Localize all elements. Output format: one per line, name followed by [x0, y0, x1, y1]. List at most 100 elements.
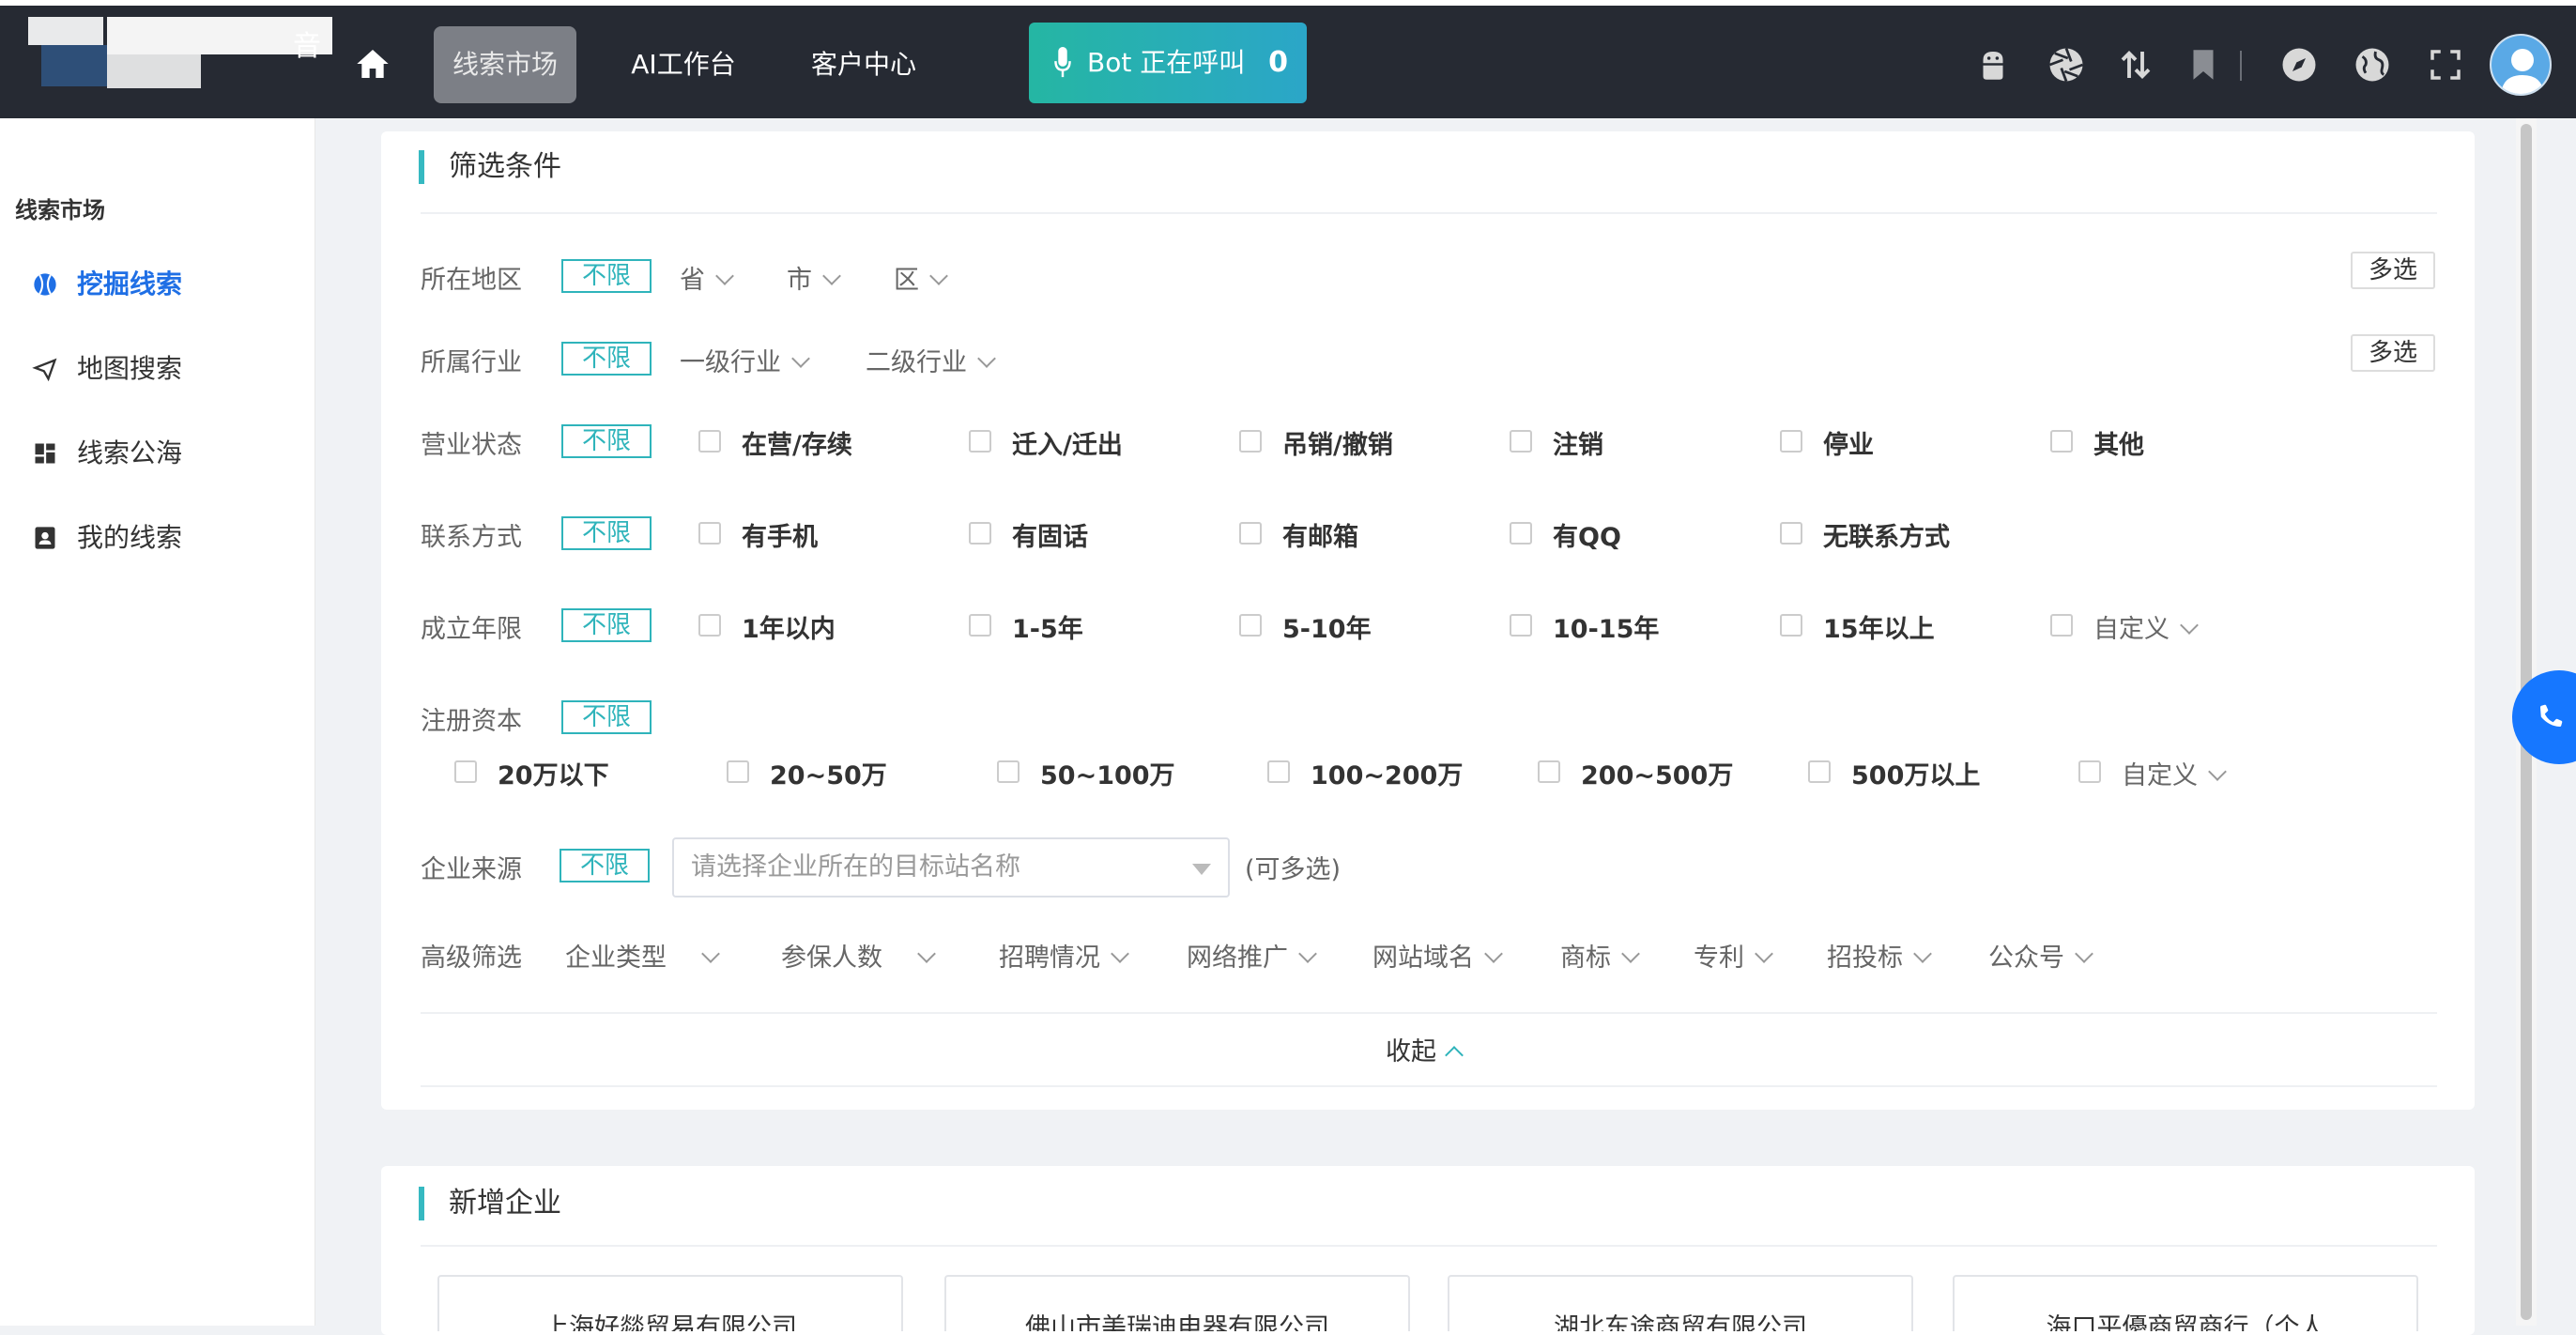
advanced-dropdown-trademark[interactable]: 商标 [1560, 937, 1640, 974]
chevron-up-icon [1445, 1046, 1464, 1065]
nav-customer-center[interactable]: 客户中心 [800, 26, 928, 103]
checkbox[interactable] [969, 430, 991, 453]
company-card[interactable]: 海口平優商贸商行（个人 [1953, 1275, 2418, 1331]
source-site-placeholder: 请选择企业所在的目标站名称 [691, 852, 1020, 882]
advanced-dropdown-insured[interactable]: 参保人数 [781, 937, 936, 974]
chevron-down-icon [977, 349, 996, 368]
chevron-down-icon [822, 267, 841, 285]
new-companies-title: 新增企业 [419, 1187, 561, 1220]
advanced-dropdown-official-account[interactable]: 公众号 [1988, 937, 2093, 974]
city-dropdown[interactable]: 市 [787, 259, 841, 296]
source-unlimited-tag[interactable]: 不限 [560, 849, 650, 882]
checkbox[interactable] [1780, 522, 1802, 545]
company-card[interactable]: 上海好燚贸易有限公司 [437, 1275, 903, 1331]
industry-unlimited-tag[interactable]: 不限 [561, 342, 652, 376]
checkbox[interactable] [969, 522, 991, 545]
checkbox[interactable] [698, 614, 721, 637]
checkbox[interactable] [969, 614, 991, 637]
logo[interactable] [28, 11, 332, 105]
region-label: 所在地区 [421, 266, 522, 295]
caret-down-icon [1192, 864, 1211, 875]
aperture-icon[interactable] [2047, 45, 2086, 84]
advanced-dropdown-hiring[interactable]: 招聘情况 [999, 937, 1129, 974]
checkbox[interactable] [1239, 614, 1262, 637]
send-icon [32, 358, 57, 382]
globe-icon[interactable] [2353, 45, 2392, 84]
age-label: 成立年限 [421, 615, 522, 644]
nav-leads-market[interactable]: 线索市场 [434, 26, 576, 103]
advanced-dropdown-domain[interactable]: 网站域名 [1372, 937, 1503, 974]
bookmark-icon[interactable] [2184, 45, 2223, 84]
chevron-down-icon [1298, 944, 1317, 963]
advanced-dropdown-promotion[interactable]: 网络推广 [1187, 937, 1317, 974]
nav-ai-workbench[interactable]: AI工作台 [620, 26, 747, 103]
company-card[interactable]: 湖北东途商贸有限公司 [1448, 1275, 1913, 1331]
company-card[interactable]: 佛山市美瑞迪电器有限公司 [944, 1275, 1410, 1331]
chevron-down-icon [791, 349, 810, 368]
capital-label: 注册资本 [421, 707, 522, 736]
divider [421, 1245, 2437, 1247]
user-avatar-icon [2492, 36, 2550, 94]
contact-card-icon [35, 527, 55, 549]
region-unlimited-tag[interactable]: 不限 [561, 259, 652, 293]
checkbox[interactable] [1239, 522, 1262, 545]
filter-card: 筛选条件 所在地区 不限 省 市 区 多选 所属行业 不限 一级行业 二级行业 … [381, 131, 2475, 1110]
avatar[interactable] [2490, 34, 2552, 96]
checkbox[interactable] [1510, 614, 1532, 637]
collapse-button[interactable]: 收起 [1386, 1031, 1464, 1067]
age-unlimited-tag[interactable]: 不限 [561, 608, 652, 642]
source-site-select[interactable]: 请选择企业所在的目标站名称 [672, 837, 1230, 898]
top-bar: 音 线索市场 AI工作台 客户中心 Bot 正在呼叫 0 [0, 0, 2576, 118]
android-icon[interactable] [1973, 45, 2013, 84]
divider [421, 212, 2437, 214]
chevron-down-icon [701, 944, 720, 963]
secondary-industry-dropdown[interactable]: 二级行业 [866, 342, 996, 378]
industry-multi-select-button[interactable]: 多选 [2351, 334, 2435, 372]
advanced-dropdown-patent[interactable]: 专利 [1694, 937, 1773, 974]
checkbox[interactable] [1780, 614, 1802, 637]
bot-calling-button[interactable]: Bot 正在呼叫 0 [1029, 23, 1307, 103]
primary-industry-dropdown[interactable]: 一级行业 [680, 342, 810, 378]
fullscreen-icon[interactable] [2426, 45, 2465, 84]
sidebar-item-label: 地图搜索 [77, 353, 183, 384]
advanced-dropdown-company-type[interactable]: 企业类型 [565, 937, 720, 974]
chevron-down-icon [2180, 616, 2199, 635]
source-multi-hint: (可多选) [1245, 855, 1342, 884]
checkbox[interactable] [1267, 760, 1290, 783]
advanced-dropdown-bidding[interactable]: 招投标 [1827, 937, 1932, 974]
checkbox[interactable] [1510, 522, 1532, 545]
chevron-down-icon [2208, 762, 2227, 781]
sidebar-item-label: 线索公海 [77, 437, 183, 468]
district-dropdown[interactable]: 区 [894, 259, 948, 296]
contact-unlimited-tag[interactable]: 不限 [561, 516, 652, 550]
sidebar-title: 线索市场 [15, 197, 105, 223]
capital-unlimited-tag[interactable]: 不限 [561, 700, 652, 734]
checkbox[interactable] [1239, 430, 1262, 453]
checkbox[interactable] [2078, 760, 2101, 783]
logo-text: 音 [293, 30, 321, 63]
toolbar-separator [2240, 51, 2242, 81]
checkbox[interactable] [2050, 614, 2073, 637]
industry-label: 所属行业 [421, 348, 522, 377]
chevron-down-icon [1111, 944, 1129, 963]
home-icon[interactable] [353, 45, 392, 83]
checkbox[interactable] [698, 430, 721, 453]
sidebar-item-label: 挖掘线索 [77, 269, 183, 299]
checkbox[interactable] [454, 760, 477, 783]
checkbox[interactable] [1808, 760, 1831, 783]
status-unlimited-tag[interactable]: 不限 [561, 424, 652, 458]
checkbox[interactable] [1780, 430, 1802, 453]
transfer-icon[interactable] [2116, 45, 2155, 84]
checkbox[interactable] [997, 760, 1020, 783]
dashboard-icon [35, 443, 55, 464]
checkbox[interactable] [727, 760, 749, 783]
source-label: 企业来源 [421, 855, 522, 884]
checkbox[interactable] [1538, 760, 1560, 783]
checkbox[interactable] [1510, 430, 1532, 453]
compass-icon[interactable] [2279, 45, 2319, 84]
checkbox[interactable] [2050, 430, 2073, 453]
status-label: 营业状态 [421, 431, 522, 460]
region-multi-select-button[interactable]: 多选 [2351, 252, 2435, 289]
province-dropdown[interactable]: 省 [680, 259, 734, 296]
checkbox[interactable] [698, 522, 721, 545]
